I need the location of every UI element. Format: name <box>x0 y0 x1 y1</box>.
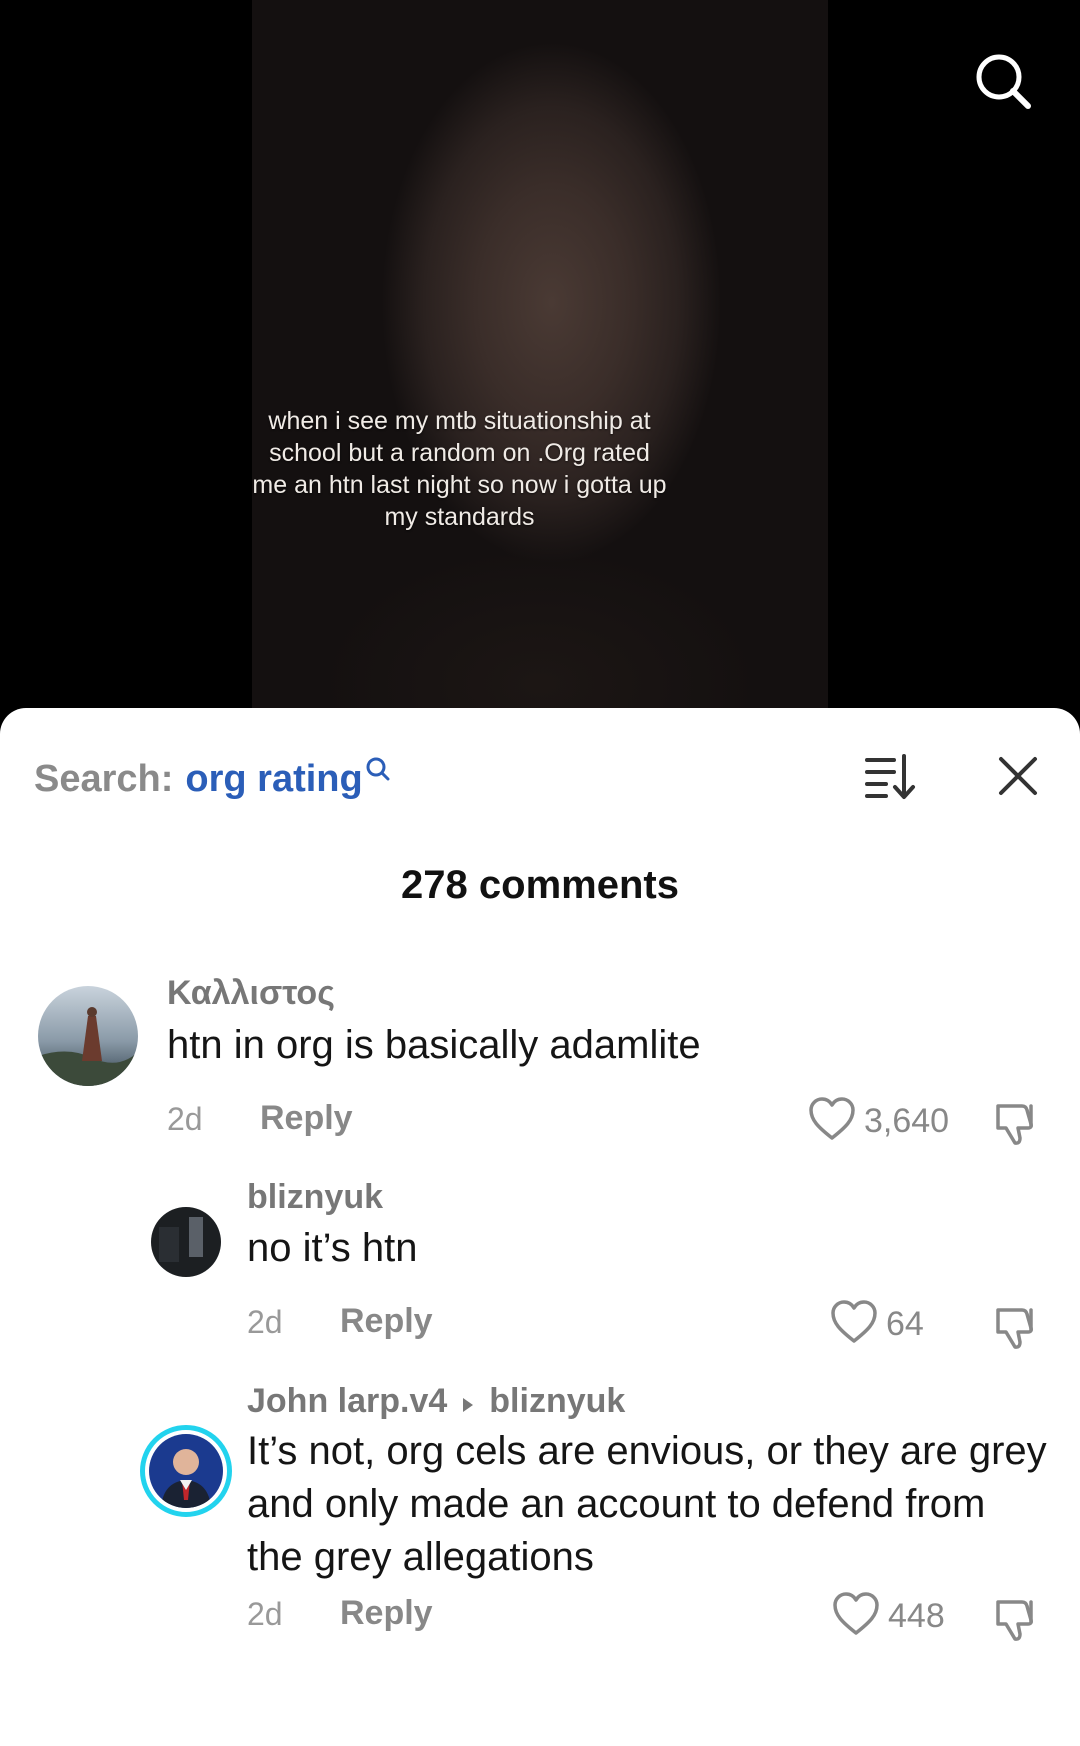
reply-to-username[interactable]: bliznyuk <box>489 1382 625 1420</box>
comment-username[interactable]: Καλλιστος <box>167 974 335 1013</box>
thumbs-down-icon[interactable] <box>992 1302 1042 1352</box>
heart-icon <box>808 1096 856 1147</box>
comment-count: 278 comments <box>401 863 679 907</box>
avatar[interactable] <box>140 1425 232 1517</box>
like-button[interactable]: 448 <box>832 1591 945 1642</box>
heart-icon <box>832 1591 880 1642</box>
search-prefix: Search: <box>34 758 174 800</box>
close-icon[interactable] <box>996 754 1040 798</box>
video-caption: when i see my mtb situationship at schoo… <box>252 407 667 531</box>
avatar[interactable] <box>38 986 138 1086</box>
like-count: 64 <box>886 1305 924 1343</box>
sort-icon[interactable] <box>864 750 916 802</box>
reply-button[interactable]: Reply <box>260 1099 353 1138</box>
heart-icon <box>830 1299 878 1350</box>
comment-text: no it’s htn <box>247 1226 418 1270</box>
comment-username[interactable]: John larp.v4 bliznyuk <box>247 1382 625 1423</box>
comments-sheet: Search: org rating 278 comments Καλλιστο… <box>0 708 1080 1746</box>
like-count: 3,640 <box>864 1102 950 1140</box>
search-icon[interactable] <box>972 50 1034 112</box>
thumbs-down-icon[interactable] <box>992 1594 1042 1644</box>
comment-username-text[interactable]: John larp.v4 <box>247 1382 447 1420</box>
comment-text: htn in org is basically adamlite <box>167 1023 701 1067</box>
comment-time: 2d <box>247 1596 283 1632</box>
thumbs-down-icon[interactable] <box>992 1098 1042 1148</box>
reply-button[interactable]: Reply <box>340 1302 433 1341</box>
video-frame <box>252 0 828 720</box>
like-button[interactable]: 3,640 <box>808 1096 949 1147</box>
search-term-link[interactable]: org rating <box>185 754 362 804</box>
comment-username[interactable]: bliznyuk <box>247 1178 383 1217</box>
video-player[interactable]: when i see my mtb situationship at schoo… <box>0 0 1080 720</box>
search-icon[interactable] <box>365 756 391 787</box>
reply-button[interactable]: Reply <box>340 1594 433 1633</box>
like-button[interactable]: 64 <box>830 1299 924 1350</box>
search-bar[interactable]: Search: org rating <box>34 754 391 804</box>
caret-right-icon <box>461 1384 475 1423</box>
like-count: 448 <box>888 1597 945 1635</box>
comment-time: 2d <box>247 1304 283 1340</box>
comment-text: It’s not, org cels are envious, or they … <box>247 1429 1047 1579</box>
comment-time: 2d <box>167 1101 203 1137</box>
avatar[interactable] <box>151 1207 221 1277</box>
